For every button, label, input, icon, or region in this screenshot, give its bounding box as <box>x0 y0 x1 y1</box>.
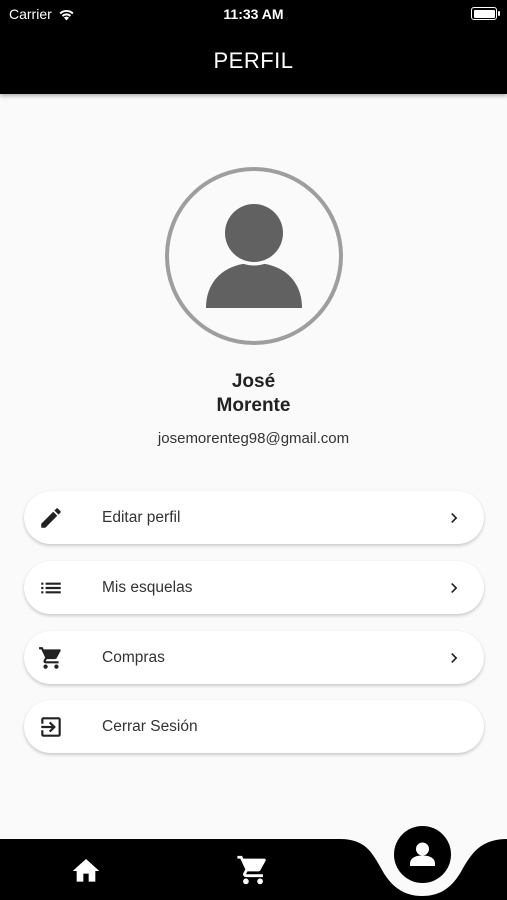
menu-item-logout[interactable]: Cerrar Sesión <box>24 700 484 753</box>
menu-item-label: Editar perfil <box>102 508 181 526</box>
profile-first-name: José <box>231 371 276 392</box>
menu-item-label: Mis esquelas <box>102 578 193 596</box>
status-bar: Carrier 11:33 AM <box>0 0 507 28</box>
page-title: PERFIL <box>213 48 294 73</box>
logout-icon <box>41 717 61 737</box>
app-bar: PERFIL <box>0 28 507 94</box>
pencil-icon <box>41 508 61 528</box>
cart-icon <box>39 647 61 669</box>
menu-item-edit-profile[interactable]: Editar perfil <box>24 491 484 544</box>
profile-email: josemorenteg98@gmail.com <box>157 430 350 447</box>
avatar <box>165 167 343 345</box>
menu-item-purchases[interactable]: Compras <box>24 631 484 684</box>
nav-home-button[interactable] <box>70 855 102 887</box>
profile-last-name: Morente <box>216 395 291 416</box>
battery-icon <box>471 7 500 20</box>
chevron-right-icon <box>451 513 458 523</box>
menu-item-label: Compras <box>102 648 165 666</box>
cart-icon <box>237 855 266 885</box>
person-icon <box>410 842 435 866</box>
nav-cart-button[interactable] <box>236 853 270 887</box>
person-icon <box>206 200 302 308</box>
list-icon <box>41 582 61 594</box>
chevron-right-icon <box>451 583 458 593</box>
status-time: 11:33 AM <box>223 6 284 22</box>
home-icon <box>72 859 100 882</box>
chevron-right-icon <box>451 653 458 663</box>
menu-item-my-obituaries[interactable]: Mis esquelas <box>24 561 484 614</box>
nav-profile-button[interactable] <box>394 826 451 883</box>
menu-item-label: Cerrar Sesión <box>102 717 198 735</box>
